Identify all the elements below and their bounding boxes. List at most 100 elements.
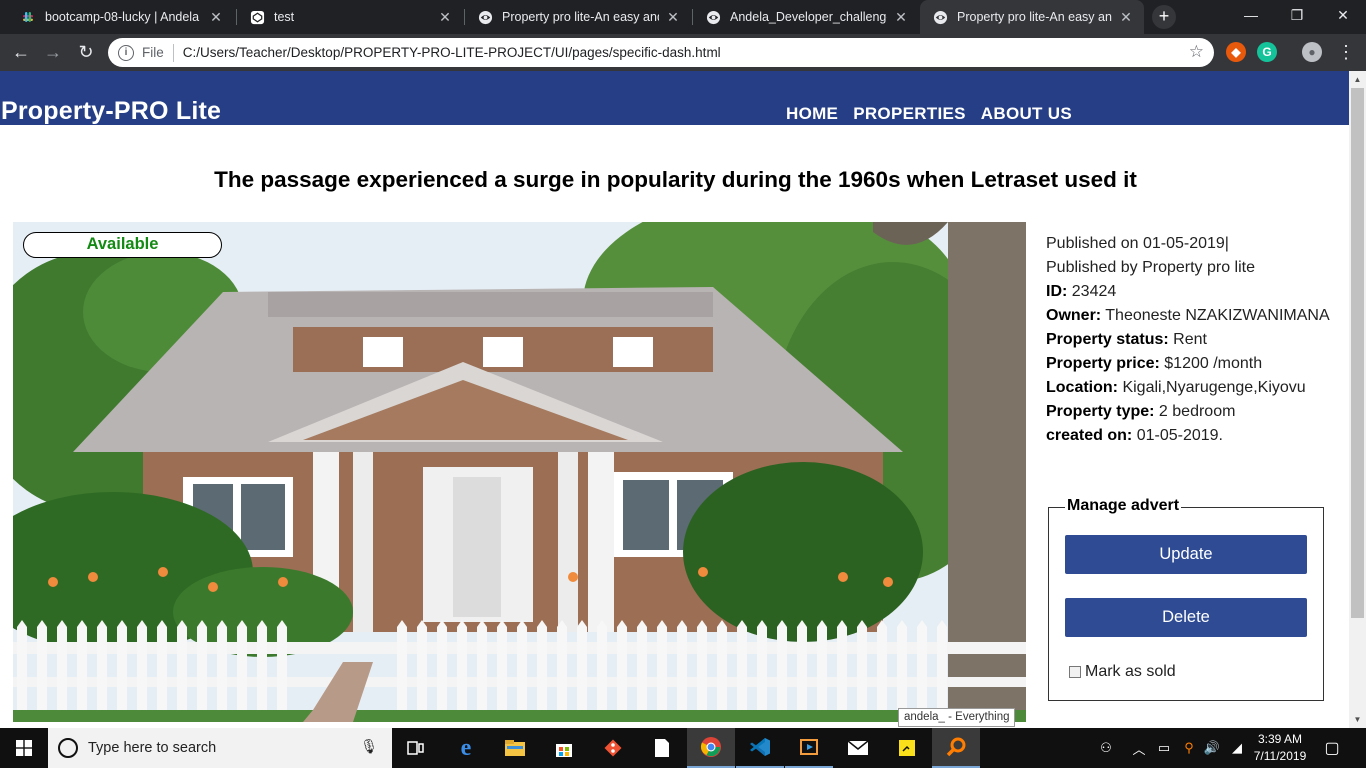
detail-created: created on: 01-05-2019. <box>1046 424 1336 448</box>
close-icon[interactable]: ✕ <box>893 9 909 26</box>
grammarly-icon[interactable]: G <box>1257 42 1277 62</box>
detail-label: Owner: <box>1046 307 1102 324</box>
mail-icon[interactable] <box>834 728 882 768</box>
address-url[interactable]: C:/Users/Teacher/Desktop/PROPERTY-PRO-LI… <box>183 45 721 60</box>
windows-logo-icon <box>16 740 32 756</box>
globe-icon <box>932 9 948 25</box>
nav-about-us[interactable]: ABOUT US <box>981 104 1072 124</box>
wifi-icon[interactable]: ◢ <box>1228 728 1246 768</box>
info-icon[interactable]: i <box>118 44 134 61</box>
tab-title: test <box>274 10 295 24</box>
windows-taskbar: Type here to search 🎙 e ⚇ ︿ ▭ ⚲ 🔊 ◢ 3:39 <box>0 728 1366 768</box>
tab-property-pro-active[interactable]: Property pro lite-An easy and c ✕ <box>920 0 1144 34</box>
close-icon[interactable]: ✕ <box>437 9 453 26</box>
main-nav: HOME PROPERTIES ABOUT US <box>786 104 1072 124</box>
published-by: Published by Property pro lite <box>1046 259 1255 276</box>
nav-home[interactable]: HOME <box>786 104 838 124</box>
delete-button[interactable]: Delete <box>1065 598 1307 637</box>
clock-time: 3:39 AM <box>1257 732 1303 746</box>
nav-properties[interactable]: PROPERTIES <box>853 104 966 124</box>
tab-property-pro-1[interactable]: Property pro lite-An easy and c ✕ <box>465 0 691 34</box>
menu-button[interactable]: ⋮ <box>1333 39 1359 65</box>
site-logo[interactable]: Property-PRO Lite <box>1 97 221 126</box>
volume-icon[interactable]: 🔊 <box>1203 728 1221 768</box>
git-icon[interactable] <box>589 728 637 768</box>
page-scrollbar[interactable]: ▲ ▼ <box>1349 71 1366 728</box>
detail-price: Property price: $1200 /month <box>1046 352 1336 376</box>
scroll-up-icon[interactable]: ▲ <box>1349 71 1366 88</box>
tab-title: Property pro lite-An easy and c <box>502 10 659 24</box>
detail-value: $1200 /month <box>1164 355 1263 372</box>
scrollbar-thumb[interactable] <box>1351 88 1364 618</box>
tab-test[interactable]: test ✕ <box>237 0 463 34</box>
globe-icon <box>705 9 721 25</box>
detail-owner: Owner: Theoneste NZAKIZWANIMANA <box>1046 304 1336 328</box>
arrow-left-icon: ← <box>12 42 30 62</box>
browser-tab-bar: bootcamp-08-lucky | Andela B ✕ test ✕ Pr… <box>0 0 1366 34</box>
people-icon[interactable]: ⚇ <box>1095 728 1117 768</box>
page-viewport: Property-PRO Lite HOME PROPERTIES ABOUT … <box>0 71 1349 728</box>
maximize-button[interactable]: ❐ <box>1274 0 1320 30</box>
notifications-icon[interactable]: ▢ <box>1320 728 1344 768</box>
tab-andela-challenge[interactable]: Andela_Developer_challenge_P ✕ <box>693 0 919 34</box>
detail-status: Property status: Rent <box>1046 328 1336 352</box>
chrome-icon[interactable] <box>687 728 735 768</box>
mark-as-sold-checkbox[interactable] <box>1069 666 1081 678</box>
detail-value: Theoneste NZAKIZWANIMANA <box>1105 307 1330 324</box>
back-button[interactable]: ← <box>8 39 34 65</box>
battery-icon[interactable]: ▭ <box>1154 728 1174 768</box>
tab-bootcamp[interactable]: bootcamp-08-lucky | Andela B ✕ <box>8 0 234 34</box>
file-explorer-icon[interactable] <box>491 728 539 768</box>
detail-value: Kigali,Nyarugenge,Kiyovu <box>1122 379 1306 396</box>
search-tray-icon[interactable]: ⚲ <box>1180 728 1198 768</box>
close-icon[interactable]: ✕ <box>208 9 224 26</box>
published-on: Published on 01-05-2019| <box>1046 235 1229 252</box>
detail-value: 2 bedroom <box>1158 403 1236 420</box>
taskbar-search[interactable]: Type here to search 🎙 <box>48 728 392 768</box>
detail-label: Property type: <box>1046 403 1155 420</box>
detail-value: 23424 <box>1071 283 1117 300</box>
more-vertical-icon: ⋮ <box>1337 42 1355 62</box>
tooltip: andela_ - Everything <box>898 708 1016 727</box>
mark-as-sold-label: Mark as sold <box>1085 663 1176 680</box>
detail-location: Location: Kigali,Nyarugenge,Kiyovu <box>1046 376 1336 400</box>
mark-as-sold-option[interactable]: Mark as sold <box>1069 663 1176 681</box>
close-icon[interactable]: ✕ <box>665 9 681 26</box>
reload-icon: ↻ <box>78 42 94 62</box>
update-button[interactable]: Update <box>1065 535 1307 574</box>
manage-advert-legend: Manage advert <box>1065 497 1182 515</box>
sticky-notes-icon[interactable] <box>883 728 931 768</box>
edge-icon[interactable]: e <box>442 728 490 768</box>
detail-label: Property status: <box>1046 331 1169 348</box>
task-view-icon[interactable] <box>392 728 440 768</box>
store-icon[interactable] <box>540 728 588 768</box>
forward-button[interactable]: → <box>40 39 66 65</box>
vscode-icon[interactable] <box>736 728 784 768</box>
profile-avatar-icon[interactable]: ● <box>1302 42 1322 62</box>
detail-label: Property price: <box>1046 355 1160 372</box>
scroll-down-icon[interactable]: ▼ <box>1349 711 1366 728</box>
tab-title: Andela_Developer_challenge_P <box>730 10 887 24</box>
new-tab-button[interactable]: + <box>1152 5 1176 29</box>
chevron-up-icon[interactable]: ︿ <box>1130 728 1148 768</box>
detail-label: ID: <box>1046 283 1068 300</box>
close-window-button[interactable]: ✕ <box>1320 0 1366 30</box>
document-icon[interactable] <box>638 728 686 768</box>
cortana-icon <box>58 738 78 758</box>
bookmark-star-icon[interactable]: ☆ <box>1189 42 1204 62</box>
microphone-icon[interactable]: 🎙 <box>360 738 378 755</box>
search-app-icon[interactable] <box>932 728 980 768</box>
taskbar-search-placeholder: Type here to search <box>88 740 217 756</box>
status-badge: Available <box>23 232 222 258</box>
detail-label: created on: <box>1046 427 1133 444</box>
address-bar[interactable]: i File C:/Users/Teacher/Desktop/PROPERTY… <box>108 38 1214 67</box>
reload-button[interactable]: ↻ <box>73 39 99 65</box>
close-icon[interactable]: ✕ <box>1118 9 1134 26</box>
tab-title: bootcamp-08-lucky | Andela B <box>45 10 202 24</box>
system-clock[interactable]: 3:39 AM 7/11/2019 <box>1250 731 1310 765</box>
start-button[interactable] <box>0 728 48 768</box>
extension-icon[interactable]: ◆ <box>1226 42 1246 62</box>
media-player-icon[interactable] <box>785 728 833 768</box>
property-photo <box>13 222 1026 722</box>
minimize-button[interactable]: — <box>1228 0 1274 30</box>
